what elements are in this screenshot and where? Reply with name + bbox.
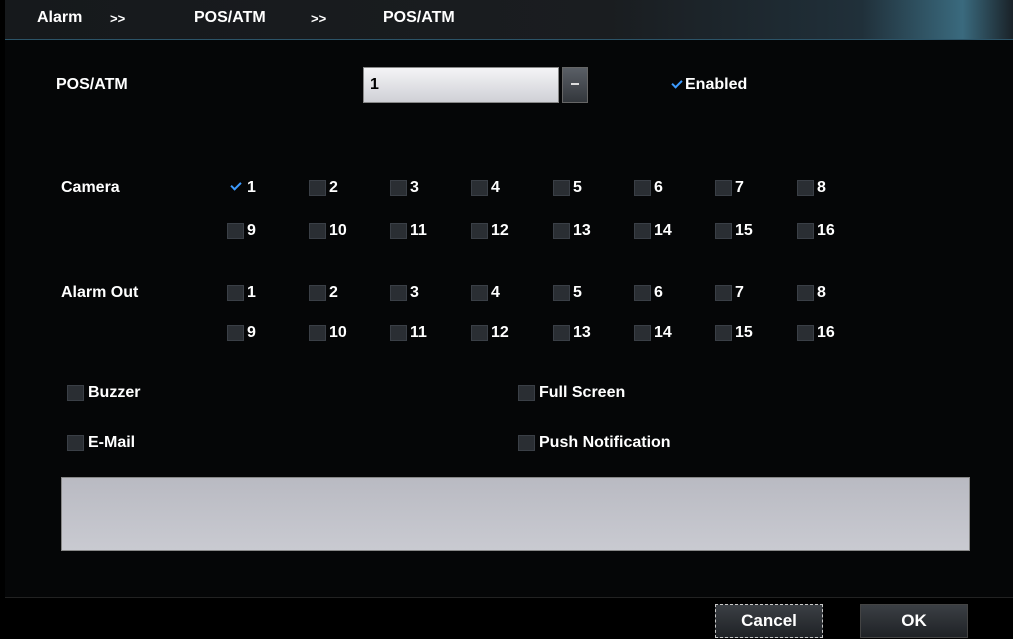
alarm-out-label-10: 10 [329, 324, 347, 341]
camera-checkbox-3[interactable] [390, 180, 407, 196]
full-screen-checkbox[interactable] [518, 385, 535, 401]
ok-button[interactable]: OK [860, 604, 968, 638]
camera-label-3: 3 [410, 179, 419, 196]
camera-label-15: 15 [735, 222, 753, 239]
alarm-out-label-13: 13 [573, 324, 591, 341]
camera-label-2: 2 [329, 179, 338, 196]
push-notification-label: Push Notification [539, 434, 671, 451]
enabled-checkbox[interactable] [668, 78, 685, 94]
camera-label-7: 7 [735, 179, 744, 196]
breadcrumb-separator: >> [110, 11, 126, 26]
camera-label-9: 9 [247, 222, 256, 239]
alarm-out-label-14: 14 [654, 324, 672, 341]
alarm-out-checkbox-16[interactable] [797, 325, 814, 341]
camera-checkbox-2[interactable] [309, 180, 326, 196]
camera-label: Camera [61, 179, 120, 196]
alarm-out-label-9: 9 [247, 324, 256, 341]
camera-checkbox-5[interactable] [553, 180, 570, 196]
alarm-out-checkbox-14[interactable] [634, 325, 651, 341]
camera-label-11: 11 [410, 222, 427, 239]
camera-label-1: 1 [247, 179, 256, 196]
alarm-out-checkbox-3[interactable] [390, 285, 407, 301]
camera-checkbox-8[interactable] [797, 180, 814, 196]
push-notification-checkbox[interactable] [518, 435, 535, 451]
camera-label-8: 8 [817, 179, 826, 196]
camera-label-14: 14 [654, 222, 672, 239]
camera-checkbox-4[interactable] [471, 180, 488, 196]
alarm-out-label-11: 11 [410, 324, 427, 341]
alarm-out-checkbox-4[interactable] [471, 285, 488, 301]
camera-checkbox-16[interactable] [797, 223, 814, 239]
alarm-out-label-3: 3 [410, 284, 419, 301]
camera-checkbox-11[interactable] [390, 223, 407, 239]
enabled-label: Enabled [685, 76, 748, 93]
breadcrumb-alarm[interactable]: Alarm [37, 9, 82, 27]
pos-atm-alarm-dialog: Alarm >> POS/ATM >> POS/ATM POS/ATM 1 En… [5, 0, 1013, 639]
alarm-out-checkbox-1[interactable] [227, 285, 244, 301]
camera-label-6: 6 [654, 179, 663, 196]
pos-atm-label: POS/ATM [56, 76, 128, 93]
camera-label-12: 12 [491, 222, 509, 239]
camera-checkbox-6[interactable] [634, 180, 651, 196]
breadcrumb: Alarm >> POS/ATM >> POS/ATM [5, 0, 1013, 40]
email-checkbox[interactable] [67, 435, 84, 451]
alarm-out-checkbox-13[interactable] [553, 325, 570, 341]
camera-checkbox-7[interactable] [715, 180, 732, 196]
alarm-out-label-5: 5 [573, 284, 582, 301]
camera-checkbox-13[interactable] [553, 223, 570, 239]
camera-checkbox-12[interactable] [471, 223, 488, 239]
alarm-out-checkbox-11[interactable] [390, 325, 407, 341]
camera-checkbox-1[interactable] [227, 180, 244, 196]
camera-label-10: 10 [329, 222, 347, 239]
alarm-out-label-1: 1 [247, 284, 256, 301]
alarm-out-checkbox-9[interactable] [227, 325, 244, 341]
alarm-out-checkbox-7[interactable] [715, 285, 732, 301]
alarm-out-checkbox-15[interactable] [715, 325, 732, 341]
alarm-out-label-2: 2 [329, 284, 338, 301]
alarm-out-label-4: 4 [491, 284, 500, 301]
info-panel [61, 477, 970, 551]
alarm-out-label-12: 12 [491, 324, 509, 341]
pos-atm-select-value: 1 [370, 76, 379, 93]
email-label: E-Mail [88, 434, 136, 451]
alarm-out-label: Alarm Out [61, 284, 139, 301]
camera-checkbox-14[interactable] [634, 223, 651, 239]
alarm-out-label-15: 15 [735, 324, 753, 341]
alarm-out-checkbox-12[interactable] [471, 325, 488, 341]
alarm-out-label-6: 6 [654, 284, 663, 301]
breadcrumb-pos-atm-current: POS/ATM [383, 9, 455, 26]
camera-checkbox-15[interactable] [715, 223, 732, 239]
alarm-out-label-8: 8 [817, 284, 826, 301]
alarm-out-checkbox-8[interactable] [797, 285, 814, 301]
alarm-out-checkbox-5[interactable] [553, 285, 570, 301]
dropdown-arrow-icon[interactable] [562, 67, 588, 103]
alarm-out-checkbox-10[interactable] [309, 325, 326, 341]
full-screen-label: Full Screen [539, 384, 626, 401]
camera-label-16: 16 [817, 222, 835, 239]
buzzer-checkbox[interactable] [67, 385, 84, 401]
pos-atm-select[interactable]: 1 [363, 67, 559, 103]
alarm-out-checkbox-2[interactable] [309, 285, 326, 301]
breadcrumb-separator: >> [311, 11, 327, 26]
camera-label-4: 4 [491, 179, 500, 196]
alarm-out-label-16: 16 [817, 324, 835, 341]
camera-checkbox-9[interactable] [227, 223, 244, 239]
alarm-out-label-7: 7 [735, 284, 744, 301]
cancel-button[interactable]: Cancel [715, 604, 823, 638]
buzzer-label: Buzzer [88, 384, 141, 401]
camera-checkbox-10[interactable] [309, 223, 326, 239]
camera-label-5: 5 [573, 179, 582, 196]
camera-label-13: 13 [573, 222, 591, 239]
alarm-out-checkbox-6[interactable] [634, 285, 651, 301]
breadcrumb-pos-atm[interactable]: POS/ATM [194, 9, 266, 27]
